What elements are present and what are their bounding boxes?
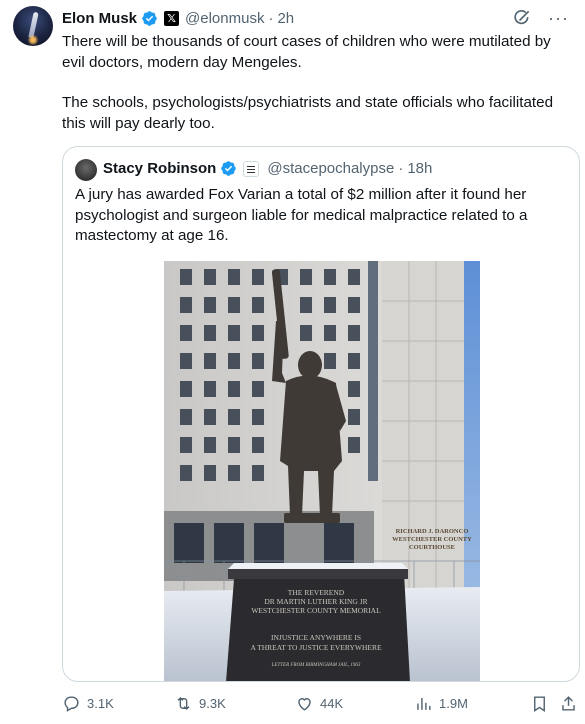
reply-button[interactable]: 3.1K	[62, 694, 114, 713]
tweet-paragraph: The schools, psychologists/psychiatrists…	[62, 94, 554, 132]
building-sign-line: COURTHOUSE	[409, 544, 455, 551]
like-icon	[298, 698, 311, 711]
courthouse-photo-illustration: RICHARD J. DARONCO WESTCHESTER COUNTY CO…	[164, 261, 480, 681]
share-button[interactable]	[559, 694, 584, 713]
action-bar: 3.1K 9.3K 44K 1.9M	[62, 694, 575, 714]
tweet-time[interactable]: 2h	[277, 10, 294, 27]
separator-dot: ·	[398, 160, 404, 177]
plaque-line: WESTCHESTER COUNTY MEMORIAL	[251, 606, 381, 615]
building-sign-line: RICHARD J. DARONCO	[396, 528, 469, 535]
author-avatar[interactable]	[13, 6, 53, 46]
plaque-source: LETTER FROM BIRMINGHAM JAIL, 1963	[271, 663, 361, 668]
affiliate-badge-icon	[243, 160, 260, 177]
reply-count: 3.1K	[87, 696, 114, 711]
like-count: 44K	[320, 696, 344, 711]
share-icon	[562, 696, 575, 711]
views-button[interactable]: 1.9M	[414, 694, 468, 713]
quote-header: Stacy Robinson @stacepochalypse · 18h	[103, 160, 432, 177]
views-count: 1.9M	[439, 696, 468, 711]
bookmark-icon	[534, 696, 545, 712]
repost-button[interactable]: 9.3K	[174, 694, 226, 713]
quote-text: A jury has awarded Fox Varian a total of…	[75, 186, 528, 244]
quote-time[interactable]: 18h	[407, 160, 432, 177]
plaque-quote-line: A THREAT TO JUSTICE EVERYWHERE	[250, 643, 382, 652]
author-name[interactable]: Elon Musk	[62, 10, 137, 27]
plaque-line: DR MARTIN LUTHER KING JR	[264, 597, 367, 606]
tweet-paragraph: There will be thousands of court cases o…	[62, 33, 551, 71]
avatar-flame	[29, 36, 37, 44]
quote-author-avatar[interactable]	[75, 159, 97, 181]
author-handle[interactable]: @elonmusk	[185, 10, 264, 27]
verified-icon	[221, 161, 237, 176]
grok-icon[interactable]	[512, 8, 532, 28]
verified-icon	[142, 10, 157, 26]
quote-author-name[interactable]: Stacy Robinson	[103, 160, 216, 177]
building-sign-line: WESTCHESTER COUNTY	[392, 536, 472, 543]
quoted-tweet[interactable]: Stacy Robinson @stacepochalypse · 18h A …	[62, 146, 580, 682]
header-actions: ···	[512, 8, 569, 28]
reply-icon	[64, 696, 79, 712]
more-icon[interactable]: ···	[548, 9, 569, 27]
tweet-header: Elon Musk 𝕏 @elonmusk · 2h	[62, 8, 294, 28]
bookmark-button[interactable]	[530, 694, 555, 713]
like-button[interactable]: 44K	[295, 694, 343, 713]
repost-count: 9.3K	[199, 696, 226, 711]
x-affiliate-icon: 𝕏	[164, 10, 180, 26]
quote-photo[interactable]: RICHARD J. DARONCO WESTCHESTER COUNTY CO…	[164, 261, 480, 681]
quote-author-handle[interactable]: @stacepochalypse	[267, 160, 394, 177]
tweet-text: There will be thousands of court cases o…	[62, 32, 577, 134]
repost-icon	[177, 696, 190, 711]
separator-dot: ·	[268, 9, 274, 27]
plaque-quote-line: INJUSTICE ANYWHERE IS	[271, 633, 361, 642]
plaque-line: THE REVEREND	[288, 588, 345, 597]
views-icon	[417, 697, 431, 710]
avatar-rocket	[28, 11, 39, 39]
